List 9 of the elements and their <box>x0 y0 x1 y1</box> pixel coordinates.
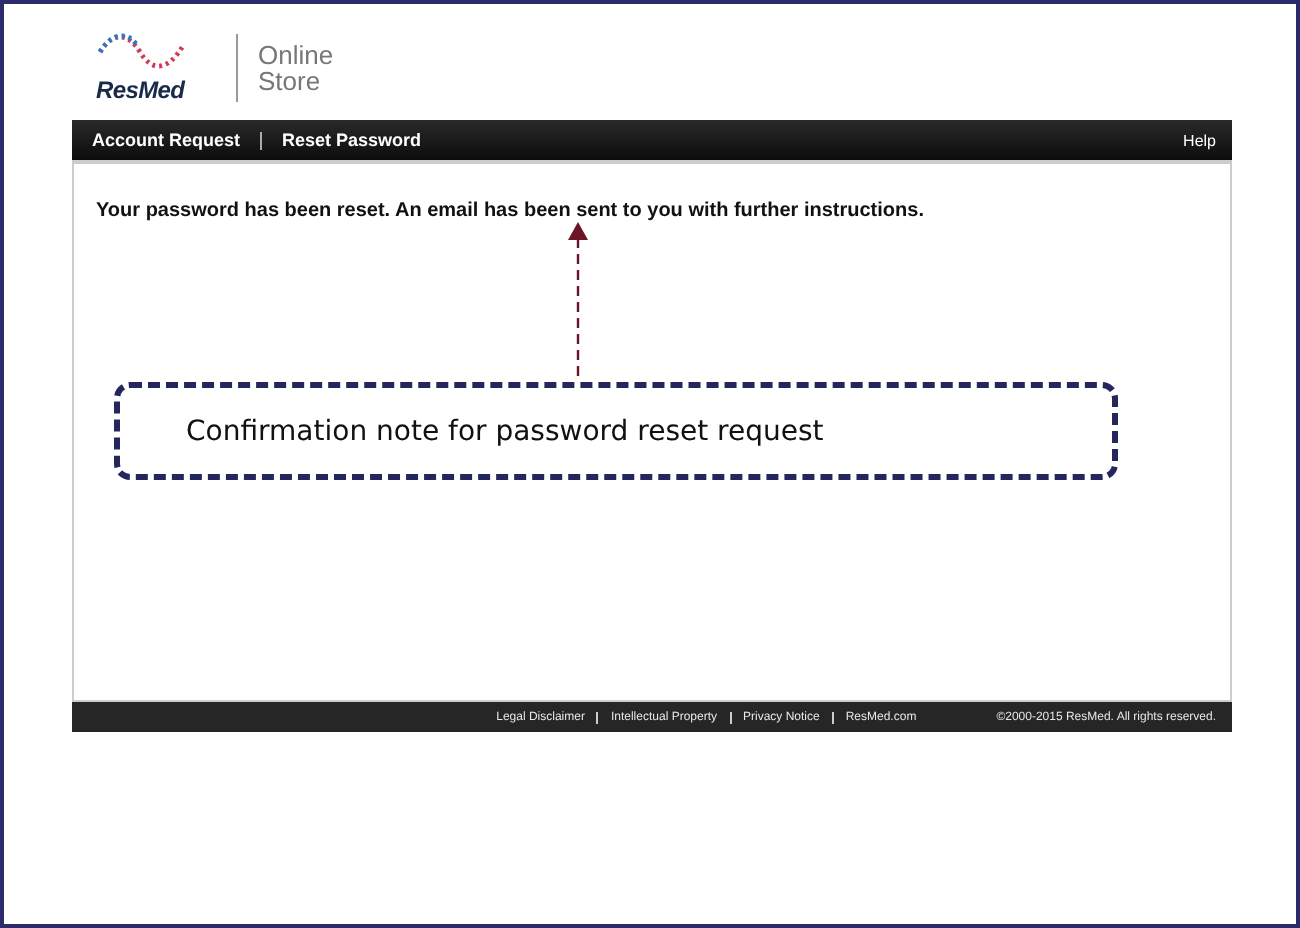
callout-note: Confirmation note for password reset request <box>114 382 1118 480</box>
logo[interactable]: ResMed <box>96 32 188 104</box>
confirmation-message: Your password has been reset. An email has been sent to you with further instructions. <box>96 200 926 222</box>
brand-name: ResMed <box>96 76 185 104</box>
nav-link[interactable]: Reset Password <box>282 130 422 150</box>
help-link[interactable]: Help <box>1183 131 1216 149</box>
wave-logo-icon <box>96 32 188 72</box>
store-label: Online Store <box>258 42 334 94</box>
nav-link[interactable]: Account Request <box>92 130 241 150</box>
